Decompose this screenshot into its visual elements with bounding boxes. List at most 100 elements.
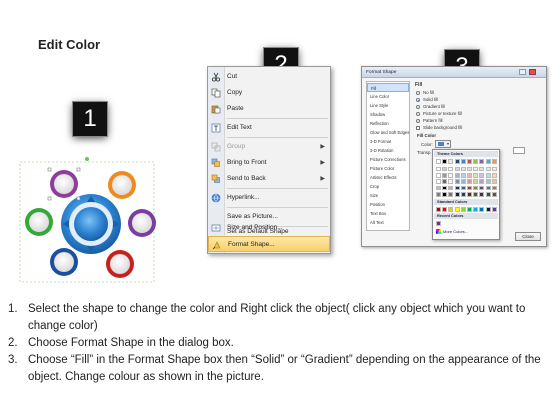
menu-item-cut[interactable]: Cut xyxy=(208,69,330,85)
theme-color-swatch[interactable] xyxy=(442,179,448,184)
theme-color-swatch[interactable] xyxy=(485,166,491,172)
standard-color-swatch[interactable] xyxy=(467,207,472,212)
theme-color-swatch[interactable] xyxy=(436,192,441,197)
pattern-fill-radio[interactable] xyxy=(416,119,420,123)
theme-color-swatch[interactable] xyxy=(454,166,460,172)
theme-color-swatch[interactable] xyxy=(491,173,497,178)
theme-color-swatch[interactable] xyxy=(460,179,466,184)
theme-color-swatch[interactable] xyxy=(491,159,497,164)
menu-item-edit-text[interactable]: Edit Text xyxy=(208,120,330,136)
theme-color-swatch[interactable] xyxy=(467,159,472,164)
theme-color-swatch[interactable] xyxy=(473,192,479,197)
slide-background-checkbox[interactable] xyxy=(416,126,420,130)
category-3d-format[interactable]: 3-D Format xyxy=(367,137,409,146)
theme-color-swatch[interactable] xyxy=(485,192,491,197)
theme-color-swatch[interactable] xyxy=(448,185,454,191)
theme-color-swatch[interactable] xyxy=(460,185,466,191)
theme-color-swatch[interactable] xyxy=(467,179,472,184)
color-picker-button[interactable]: ▾ xyxy=(435,140,451,148)
theme-color-swatch[interactable] xyxy=(448,159,454,164)
theme-color-swatch[interactable] xyxy=(448,173,454,178)
standard-color-swatch[interactable] xyxy=(485,207,491,212)
menu-item-bring-to-front[interactable]: Bring to Front ▶ xyxy=(208,155,330,171)
theme-color-swatch[interactable] xyxy=(454,159,460,164)
category-picture-corrections[interactable]: Picture Corrections xyxy=(367,155,409,164)
theme-color-swatch[interactable] xyxy=(448,166,454,172)
theme-color-swatch[interactable] xyxy=(467,166,472,172)
more-colors-link[interactable]: More Colors... xyxy=(443,229,468,234)
menu-item-format-shape[interactable]: Format Shape... xyxy=(208,236,330,252)
theme-color-swatch[interactable] xyxy=(473,166,479,172)
menu-item-size-position[interactable]: Size and Position... xyxy=(208,220,330,236)
theme-color-swatch[interactable] xyxy=(491,179,497,184)
menu-item-copy[interactable]: Copy xyxy=(208,85,330,101)
theme-color-swatch[interactable] xyxy=(436,159,441,164)
theme-color-swatch[interactable] xyxy=(454,185,460,191)
category-text-box[interactable]: Text Box xyxy=(367,209,409,218)
category-alt-text[interactable]: Alt Text xyxy=(367,218,409,227)
help-button[interactable] xyxy=(519,69,526,75)
category-artistic-effects[interactable]: Artistic Effects xyxy=(367,173,409,182)
standard-color-swatch[interactable] xyxy=(442,207,448,212)
standard-color-swatch[interactable] xyxy=(460,207,466,212)
standard-color-swatch[interactable] xyxy=(448,207,454,212)
picture-fill-radio[interactable] xyxy=(416,112,420,116)
theme-color-swatch[interactable] xyxy=(473,173,479,178)
theme-color-swatch[interactable] xyxy=(467,173,472,178)
theme-color-swatch[interactable] xyxy=(454,173,460,178)
menu-item-group[interactable]: Group ▶ xyxy=(208,139,330,155)
recent-color-swatch[interactable] xyxy=(436,221,441,226)
category-glow[interactable]: Glow and Soft Edges xyxy=(367,128,409,137)
theme-color-swatch[interactable] xyxy=(479,185,485,191)
theme-color-swatch[interactable] xyxy=(454,192,460,197)
menu-item-hyperlink[interactable]: Hyperlink... xyxy=(208,190,330,206)
theme-color-swatch[interactable] xyxy=(473,179,479,184)
theme-color-swatch[interactable] xyxy=(448,179,454,184)
theme-color-swatch[interactable] xyxy=(442,192,448,197)
theme-color-swatch[interactable] xyxy=(442,166,448,172)
theme-color-swatch[interactable] xyxy=(436,179,441,184)
theme-color-swatch[interactable] xyxy=(448,192,454,197)
theme-color-swatch[interactable] xyxy=(485,173,491,178)
category-size[interactable]: Size xyxy=(367,191,409,200)
theme-color-swatch[interactable] xyxy=(467,185,472,191)
category-picture-color[interactable]: Picture Color xyxy=(367,164,409,173)
theme-color-swatch[interactable] xyxy=(436,173,441,178)
theme-color-swatch[interactable] xyxy=(467,192,472,197)
transparency-field[interactable] xyxy=(513,147,525,154)
theme-color-swatch[interactable] xyxy=(491,192,497,197)
menu-item-send-to-back[interactable]: Send to Back ▶ xyxy=(208,171,330,187)
menu-item-paste[interactable]: Paste xyxy=(208,101,330,117)
theme-color-swatch[interactable] xyxy=(473,159,479,164)
shape-diagram[interactable] xyxy=(12,150,162,285)
theme-color-swatch[interactable] xyxy=(479,192,485,197)
standard-color-swatch[interactable] xyxy=(473,207,479,212)
standard-color-swatch[interactable] xyxy=(454,207,460,212)
theme-color-swatch[interactable] xyxy=(442,173,448,178)
category-crop[interactable]: Crop xyxy=(367,182,409,191)
theme-color-swatch[interactable] xyxy=(442,159,448,164)
category-shadow[interactable]: Shadow xyxy=(367,110,409,119)
close-button[interactable]: Close xyxy=(515,232,541,241)
category-fill[interactable]: Fill xyxy=(367,83,409,92)
theme-color-swatch[interactable] xyxy=(479,166,485,172)
category-reflection[interactable]: Reflection xyxy=(367,119,409,128)
theme-color-swatch[interactable] xyxy=(436,166,441,172)
theme-color-swatch[interactable] xyxy=(491,166,497,172)
standard-color-swatch[interactable] xyxy=(491,207,497,212)
category-line-color[interactable]: Line Color xyxy=(367,92,409,101)
gradient-fill-radio[interactable] xyxy=(416,105,420,109)
standard-color-swatch[interactable] xyxy=(436,207,441,212)
theme-color-swatch[interactable] xyxy=(479,173,485,178)
theme-color-swatch[interactable] xyxy=(460,166,466,172)
theme-color-swatch[interactable] xyxy=(479,159,485,164)
close-icon[interactable] xyxy=(529,69,536,75)
theme-color-swatch[interactable] xyxy=(479,179,485,184)
theme-color-swatch[interactable] xyxy=(485,185,491,191)
no-fill-radio[interactable] xyxy=(416,91,420,95)
theme-color-swatch[interactable] xyxy=(436,185,441,191)
theme-color-swatch[interactable] xyxy=(473,185,479,191)
solid-fill-radio[interactable] xyxy=(416,98,420,102)
category-line-style[interactable]: Line Style xyxy=(367,101,409,110)
theme-color-swatch[interactable] xyxy=(491,185,497,191)
